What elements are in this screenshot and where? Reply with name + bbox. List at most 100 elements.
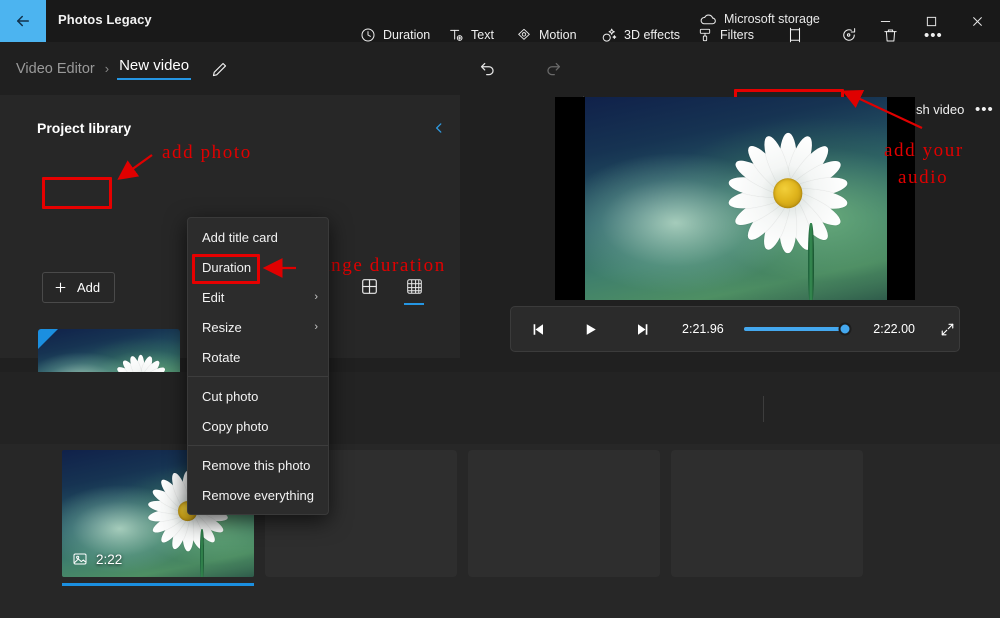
storyboard-card-selected-indicator bbox=[62, 582, 254, 586]
menu-label: Resize bbox=[202, 319, 242, 335]
delete-icon bbox=[884, 28, 897, 42]
menu-label: Copy photo bbox=[202, 418, 269, 434]
menu-item-remove-this-photo[interactable]: Remove this photo bbox=[188, 450, 328, 480]
chevron-left-icon bbox=[436, 123, 442, 133]
edit-motion-button[interactable]: Motion bbox=[516, 20, 577, 50]
menu-label: Cut photo bbox=[202, 388, 259, 404]
grid-small-icon bbox=[406, 278, 422, 294]
sparkle-3d-icon bbox=[602, 28, 617, 42]
seek-progress-fill bbox=[743, 327, 845, 331]
edit-duration-label: Duration bbox=[383, 28, 431, 42]
edit-3d-effects-button[interactable]: 3D effects bbox=[600, 20, 680, 50]
photo-context-menu: Add title card Duration Edit › Resize › … bbox=[187, 217, 329, 515]
next-frame-button[interactable] bbox=[630, 315, 654, 343]
collapse-library-button[interactable] bbox=[428, 117, 450, 139]
back-button[interactable] bbox=[0, 0, 46, 42]
storyboard-card-3[interactable] bbox=[468, 450, 660, 577]
edit-rotate-button[interactable] bbox=[840, 20, 858, 50]
rename-project-button[interactable] bbox=[205, 56, 233, 82]
edit-text-label: Text bbox=[471, 28, 494, 42]
photos-legacy-window: Photos Legacy Microsoft storage Video Ed… bbox=[0, 0, 1000, 618]
edit-duration-button[interactable]: Duration bbox=[360, 20, 430, 50]
breadcrumb: Video Editor › New video bbox=[14, 42, 192, 95]
pencil-icon bbox=[212, 62, 226, 76]
clock-icon bbox=[361, 28, 375, 42]
menu-item-add-title-card[interactable]: Add title card bbox=[188, 222, 328, 252]
menu-submenu-chevron: › bbox=[314, 291, 318, 303]
add-button-label: Add bbox=[77, 280, 101, 295]
redo-button[interactable] bbox=[538, 56, 568, 82]
total-time-label: 2:22.00 bbox=[873, 322, 915, 336]
breadcrumb-current-wrap: New video bbox=[117, 57, 192, 80]
command-overflow-button[interactable]: ••• bbox=[971, 94, 998, 124]
play-icon bbox=[586, 323, 596, 335]
edit-filters-button[interactable]: Filters bbox=[697, 20, 754, 50]
storyboard-card-meta: 2:22 bbox=[72, 551, 122, 567]
menu-submenu-chevron: › bbox=[314, 321, 318, 333]
library-view-toggles bbox=[358, 275, 425, 305]
close-icon bbox=[972, 16, 982, 26]
brush-icon bbox=[699, 28, 711, 42]
next-frame-icon bbox=[637, 323, 648, 335]
menu-label: Duration bbox=[202, 259, 252, 275]
daisy-photo-preview bbox=[585, 97, 887, 300]
edit-motion-label: Motion bbox=[539, 28, 577, 42]
edit-filters-label: Filters bbox=[720, 28, 755, 42]
undo-button[interactable] bbox=[472, 56, 502, 82]
current-time-label: 2:21.96 bbox=[682, 322, 724, 336]
edit-crop-button[interactable] bbox=[786, 20, 804, 50]
grid-large-icon bbox=[361, 278, 377, 294]
text-icon bbox=[450, 29, 463, 41]
preview-player-controls: 2:21.96 2:22.00 bbox=[510, 306, 960, 352]
edit-3d-effects-label: 3D effects bbox=[624, 28, 681, 42]
menu-label: Edit bbox=[202, 289, 225, 305]
menu-label: Add title card bbox=[202, 229, 278, 245]
breadcrumb-separator-icon: › bbox=[104, 61, 110, 76]
menu-label: Rotate bbox=[202, 349, 241, 365]
thumbnail-corner-flag bbox=[38, 329, 58, 349]
fullscreen-button[interactable] bbox=[937, 316, 959, 342]
menu-item-edit[interactable]: Edit › bbox=[188, 282, 328, 312]
view-small-grid-button[interactable] bbox=[403, 275, 425, 305]
preview-frame bbox=[585, 97, 887, 300]
app-title: Photos Legacy bbox=[58, 12, 152, 27]
view-small-grid-active-underline bbox=[404, 302, 424, 305]
menu-item-duration[interactable]: Duration bbox=[188, 252, 328, 282]
menu-label: Remove everything bbox=[202, 487, 314, 503]
menu-item-copy-photo[interactable]: Copy photo bbox=[188, 411, 328, 441]
undo-icon bbox=[480, 62, 494, 75]
clip-edit-toolbar bbox=[0, 372, 1000, 444]
rotate-icon bbox=[843, 28, 856, 41]
storyboard-card-duration: 2:22 bbox=[96, 551, 123, 567]
video-preview[interactable] bbox=[555, 97, 915, 300]
plus-icon bbox=[55, 282, 66, 293]
image-icon bbox=[73, 553, 87, 565]
fullscreen-icon bbox=[942, 323, 954, 335]
back-arrow-icon bbox=[17, 15, 29, 27]
motion-icon bbox=[518, 28, 530, 40]
seek-slider[interactable] bbox=[743, 322, 852, 336]
play-button[interactable] bbox=[579, 315, 603, 343]
edit-more-button[interactable]: ••• bbox=[924, 20, 943, 50]
menu-label: Remove this photo bbox=[202, 457, 311, 473]
menu-item-resize[interactable]: Resize › bbox=[188, 312, 328, 342]
edit-delete-button[interactable] bbox=[882, 20, 899, 50]
daisy-stem bbox=[200, 528, 205, 577]
breadcrumb-active-underline bbox=[117, 77, 192, 80]
seek-slider-thumb[interactable] bbox=[838, 322, 852, 336]
storyboard-card-4[interactable] bbox=[671, 450, 863, 577]
view-large-grid-button[interactable] bbox=[358, 275, 380, 297]
redo-icon bbox=[546, 62, 560, 75]
breadcrumb-video-editor[interactable]: Video Editor bbox=[14, 61, 97, 77]
project-library-title: Project library bbox=[37, 120, 132, 136]
edit-text-button[interactable]: Text bbox=[448, 20, 494, 50]
menu-divider-1 bbox=[188, 376, 328, 377]
menu-divider-2 bbox=[188, 445, 328, 446]
editbar-separator bbox=[763, 396, 764, 422]
menu-item-cut-photo[interactable]: Cut photo bbox=[188, 381, 328, 411]
add-photo-button[interactable]: Add bbox=[42, 272, 116, 303]
previous-frame-button[interactable] bbox=[527, 315, 551, 343]
menu-item-rotate[interactable]: Rotate bbox=[188, 342, 328, 372]
menu-item-remove-everything[interactable]: Remove everything bbox=[188, 480, 328, 510]
close-button[interactable] bbox=[954, 0, 1000, 42]
